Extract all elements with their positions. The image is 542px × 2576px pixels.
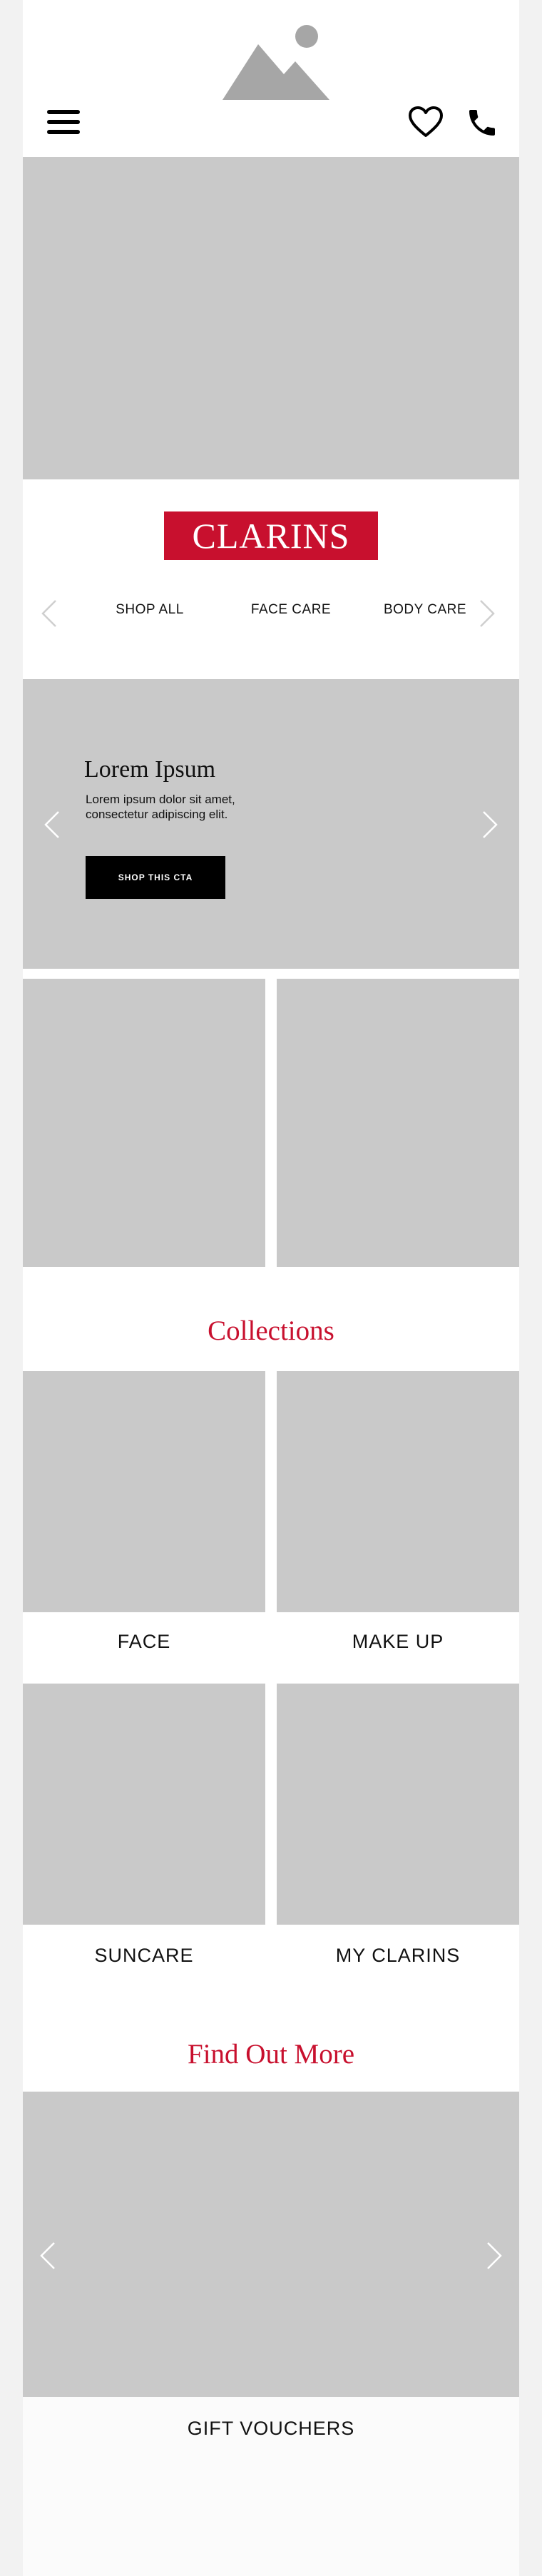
- image-placeholder-icon[interactable]: [223, 24, 329, 100]
- collection-label-suncare[interactable]: SUNCARE: [23, 1945, 265, 1967]
- collection-image-face[interactable]: [23, 1371, 265, 1612]
- nav-next-arrow-icon[interactable]: [476, 598, 498, 629]
- carousel-next-arrow-icon[interactable]: [484, 2240, 505, 2271]
- brand-wordmark[interactable]: CLARINS: [164, 511, 378, 560]
- shop-cta-button[interactable]: SHOP THIS CTA: [86, 856, 225, 899]
- promo-title: Lorem Ipsum: [84, 756, 216, 783]
- nav-prev-arrow-icon[interactable]: [39, 598, 60, 629]
- collection-image-my-clarins[interactable]: [277, 1684, 519, 1925]
- nav-link-shop-all[interactable]: SHOP ALL: [78, 602, 221, 618]
- promo-text: Lorem ipsum dolor sit amet, consectetur …: [86, 793, 235, 821]
- feature-tile-right[interactable]: [277, 979, 519, 1267]
- heart-icon[interactable]: [408, 106, 444, 138]
- find-out-more-title: Find Out More: [188, 2039, 354, 2070]
- nav-link-body-care[interactable]: BODY CARE: [361, 602, 489, 618]
- phone-icon[interactable]: [465, 106, 499, 140]
- carousel-prev-arrow-icon[interactable]: [37, 2240, 58, 2271]
- promo-prev-arrow-icon[interactable]: [41, 809, 63, 840]
- page: CLARINS SHOP ALL FACE CARE BODY CARE Lor…: [23, 0, 519, 2576]
- collection-label-make-up[interactable]: MAKE UP: [277, 1631, 519, 1653]
- hero-banner[interactable]: [23, 157, 519, 479]
- collection-image-make-up[interactable]: [277, 1371, 519, 1612]
- collection-label-face[interactable]: FACE: [23, 1631, 265, 1653]
- collections-title: Collections: [208, 1315, 334, 1346]
- collection-label-my-clarins[interactable]: MY CLARINS: [277, 1945, 519, 1967]
- collection-image-suncare[interactable]: [23, 1684, 265, 1925]
- feature-tile-left[interactable]: [23, 979, 265, 1267]
- find-out-more-carousel[interactable]: [23, 2092, 519, 2397]
- gift-vouchers-link[interactable]: GIFT VOUCHERS: [23, 2418, 519, 2440]
- promo-next-arrow-icon[interactable]: [479, 809, 501, 840]
- nav-link-face-care[interactable]: FACE CARE: [220, 602, 362, 618]
- promo-banner: [23, 679, 519, 969]
- hamburger-menu-icon[interactable]: [47, 108, 83, 136]
